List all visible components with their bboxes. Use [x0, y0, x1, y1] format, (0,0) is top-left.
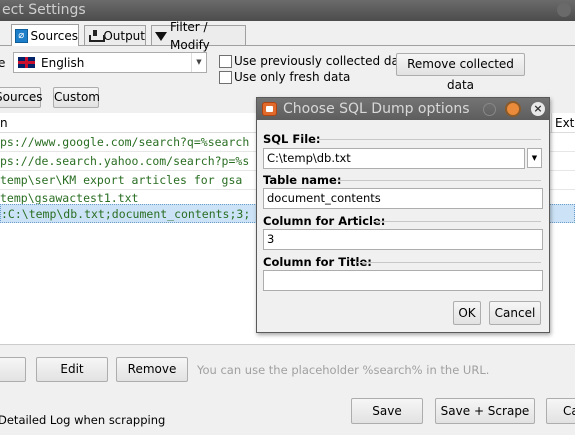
ok-button[interactable]: OK [453, 301, 481, 325]
dialog-titlebar[interactable]: Choose SQL Dump options [257, 98, 549, 120]
use-previous-checkbox[interactable] [219, 55, 232, 68]
chevron-down-icon[interactable]: ▼ [191, 53, 206, 72]
sources-button[interactable]: Sources [0, 87, 42, 108]
divider [357, 262, 541, 263]
app-icon [262, 102, 277, 116]
placeholder-hint: You can use the placeholder %search% in … [197, 363, 490, 377]
language-selected-value: English [41, 55, 85, 70]
use-fresh-label[interactable]: Use only fresh data [234, 70, 350, 84]
chevron-down-icon[interactable]: ▼ [527, 148, 542, 168]
custom-button[interactable]: Custom [53, 87, 100, 108]
language-select[interactable]: English [13, 52, 207, 73]
title-column-label: Column for Title: [263, 255, 372, 269]
sql-file-label: SQL File: [263, 132, 321, 146]
tab-strip-line [0, 45, 575, 46]
divider [337, 180, 541, 181]
filter-icon [155, 31, 167, 41]
tab-sources-label: Sources [30, 28, 78, 43]
title-column-input[interactable] [263, 270, 543, 291]
sql-file-input[interactable]: C:\temp\db.txt [263, 148, 525, 169]
add-button[interactable] [0, 357, 26, 382]
table-name-label: Table name: [263, 173, 342, 187]
sources-icon: ⌀ [15, 28, 28, 43]
pin-icon[interactable] [507, 103, 519, 115]
dialog-cancel-button[interactable]: Cancel [489, 301, 541, 325]
language-label: e [0, 56, 6, 70]
sql-dump-dialog: Choose SQL Dump options × SQL File: C:\t… [256, 97, 550, 333]
tab-filter-modify[interactable]: Filter / Modify [151, 20, 246, 52]
article-column-input[interactable]: 3 [263, 229, 543, 250]
column-separator[interactable] [551, 113, 552, 133]
edit-button[interactable]: Edit [36, 357, 108, 382]
tab-output[interactable]: Output [84, 25, 146, 45]
tab-output-label: Output [103, 28, 145, 43]
use-previous-label[interactable]: Use previously collected data [234, 54, 411, 68]
close-icon[interactable]: × [531, 102, 545, 116]
save-button[interactable]: Save [351, 398, 423, 424]
column-header-extra[interactable]: Extr [555, 116, 575, 130]
divider [373, 221, 541, 222]
tab-sources[interactable]: ⌀ Sources [11, 24, 79, 46]
divider [319, 139, 541, 140]
article-column-label: Column for Article: [263, 214, 386, 228]
main-window-title: ect Settings [2, 2, 86, 18]
remove-button[interactable]: Remove [116, 357, 188, 382]
dialog-title: Choose SQL Dump options [283, 101, 470, 117]
main-close-icon[interactable] [557, 3, 571, 17]
tab-filter-label: Filter / Modify [170, 19, 210, 52]
column-header-name[interactable]: n [0, 116, 8, 130]
output-icon [88, 29, 106, 42]
remove-collected-data-button[interactable]: Remove collected data [396, 53, 525, 92]
cancel-button[interactable]: Ca [546, 398, 575, 424]
detailed-log-label[interactable]: Detailed Log when scrapping [0, 413, 165, 427]
table-name-input[interactable]: document_contents [263, 188, 543, 209]
save-scrape-button[interactable]: Save + Scrape [435, 398, 535, 424]
main-window-titlebar: ect Settings [0, 0, 575, 21]
help-icon[interactable] [483, 103, 496, 116]
use-fresh-checkbox[interactable] [219, 71, 232, 84]
uk-flag-icon [18, 57, 35, 68]
